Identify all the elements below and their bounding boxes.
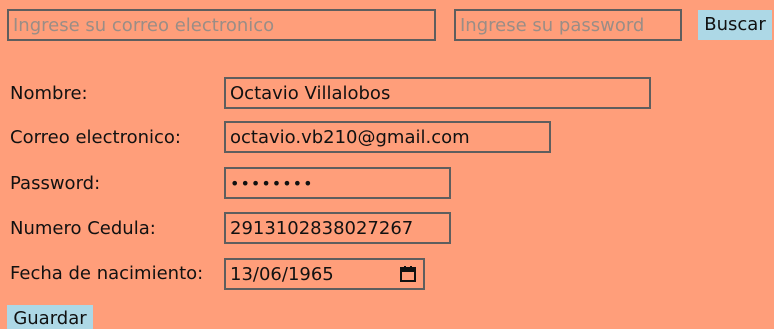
buscar-button[interactable]: Buscar xyxy=(698,10,772,40)
nombre-label: Nombre: xyxy=(10,83,88,104)
password-label: Password: xyxy=(10,173,101,194)
fecha-nacimiento-field[interactable]: 13/06/1965 xyxy=(224,258,425,290)
correo-label: Correo electronico: xyxy=(10,127,181,148)
cedula-label: Numero Cedula: xyxy=(10,218,156,239)
fecha-nacimiento-label: Fecha de nacimiento: xyxy=(10,263,204,284)
page: Buscar Nombre: Correo electronico: Passw… xyxy=(0,0,774,329)
cedula-field[interactable] xyxy=(224,212,451,244)
nombre-field[interactable] xyxy=(224,77,651,109)
fecha-nacimiento-value: 13/06/1965 xyxy=(230,263,334,285)
password-search-input[interactable] xyxy=(454,9,682,41)
password-field[interactable] xyxy=(224,167,451,199)
guardar-button[interactable]: Guardar xyxy=(7,305,93,329)
correo-field[interactable] xyxy=(224,121,551,153)
calendar-icon[interactable] xyxy=(399,265,417,283)
email-search-input[interactable] xyxy=(7,9,436,41)
